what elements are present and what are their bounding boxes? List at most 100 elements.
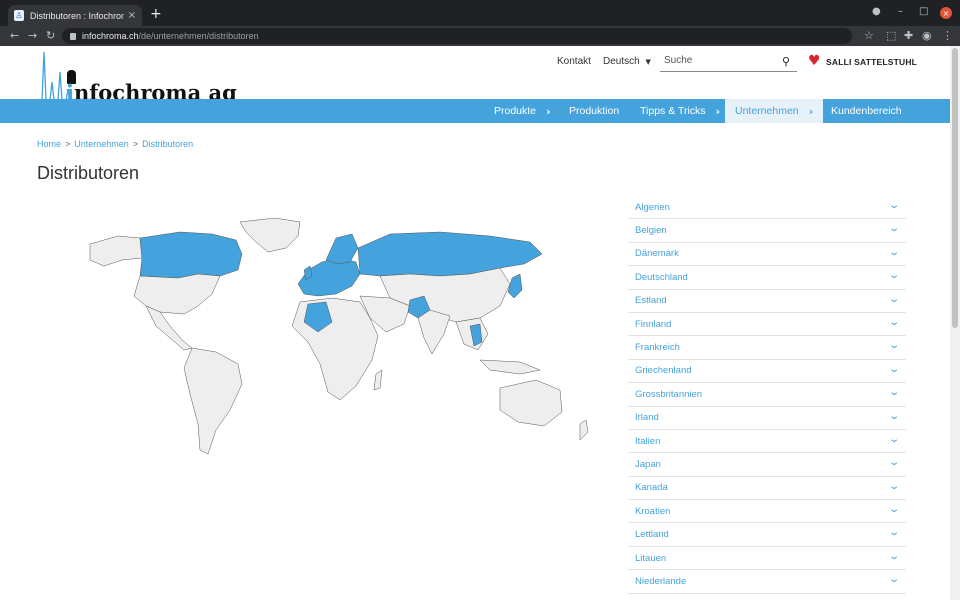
chevron-right-icon[interactable]: ›	[716, 105, 721, 118]
forward-icon[interactable]: →	[28, 29, 37, 42]
language-select[interactable]: Deutsch ▼	[603, 56, 651, 67]
map-madagascar	[373, 369, 383, 391]
nav-produktion-label: Produktion	[569, 105, 620, 117]
map-south-america	[183, 347, 243, 455]
accordion-item[interactable]: Algerien ⌄	[628, 196, 906, 220]
account-icon[interactable]: ◉	[922, 29, 932, 42]
maximize-button[interactable]: □	[919, 6, 928, 17]
chevron-down-icon[interactable]: ⌄	[888, 481, 900, 492]
browser-tab-strip: ♙ Distributoren : Infochroma × + ● – □ ×	[0, 0, 960, 26]
chevron-down-icon[interactable]: ⌄	[888, 317, 900, 328]
map-russia	[357, 231, 543, 277]
country-label: Japan	[635, 458, 661, 470]
salli-label: SALLI SATTELSTUHL	[826, 56, 918, 67]
chevron-down-icon[interactable]: ⌄	[888, 223, 900, 234]
accordion-item[interactable]: Kanada ⌄	[628, 477, 906, 501]
accordion-item[interactable]: Estland ⌄	[628, 290, 906, 313]
chevron-down-icon[interactable]: ⌄	[888, 364, 900, 375]
nav-produktion[interactable]: Produktion	[569, 99, 619, 123]
nav-unternehmen[interactable]: Unternehmen ›	[725, 99, 824, 123]
map-canada	[139, 231, 243, 279]
contact-link[interactable]: Kontakt	[557, 56, 591, 67]
distributor-world-map	[89, 217, 589, 455]
chevron-down-icon[interactable]: ⌄	[888, 270, 900, 281]
accordion-item[interactable]: Finnland ⌄	[628, 313, 906, 337]
accordion-item[interactable]: Deutschland ⌄	[628, 266, 906, 290]
accordion-item[interactable]: Grossbritannien ⌄	[628, 383, 906, 407]
accordion-item[interactable]: Italien ⌄	[628, 430, 906, 454]
chevron-down-icon[interactable]: ⌄	[888, 527, 900, 538]
map-japan	[507, 273, 523, 299]
chevron-down-icon[interactable]: ⌄	[888, 200, 900, 211]
accordion-item[interactable]: Belgien ⌄	[628, 219, 906, 243]
chevron-down-icon[interactable]: ⌄	[888, 457, 900, 468]
minimize-button[interactable]: –	[898, 6, 903, 17]
accordion-item[interactable]: Japan ⌄	[628, 453, 906, 477]
country-label: Algerien	[635, 201, 670, 213]
map-greenland	[239, 217, 301, 253]
map-new-zealand	[579, 419, 589, 441]
caret-down-icon: ▼	[645, 58, 651, 66]
language-label: Deutsch	[603, 56, 640, 67]
search-input[interactable]	[664, 55, 774, 66]
menu-icon[interactable]: ⋮	[942, 29, 953, 42]
accordion-item[interactable]: Litauen ⌄	[628, 547, 906, 571]
chevron-down-icon[interactable]: ⌄	[888, 574, 900, 585]
salli-link[interactable]: ♥ SALLI SATTELSTUHL	[808, 54, 918, 68]
chevron-down-icon[interactable]: ⌄	[888, 411, 900, 422]
country-label: Grossbritannien	[635, 388, 703, 400]
nav-produkte-label: Produkte	[494, 105, 537, 117]
accordion-item[interactable]: Niederlande ⌄	[628, 570, 906, 594]
scroll-thumb[interactable]	[952, 48, 958, 328]
chevron-down-icon[interactable]: ⌄	[888, 551, 900, 562]
map-indonesia	[479, 359, 541, 375]
country-label: Irland	[635, 412, 659, 424]
reload-icon[interactable]: ↻	[46, 29, 55, 42]
search-box: ⚲	[660, 53, 797, 72]
page-scrollbar[interactable]	[950, 46, 960, 600]
accordion-item[interactable]: Kroatien ⌄	[628, 500, 906, 524]
infochroma-logo[interactable]: infochroma ag	[38, 52, 237, 105]
browser-tab[interactable]: ♙ Distributoren : Infochroma ×	[8, 5, 142, 26]
url-path: /de/unternehmen/distributoren	[138, 31, 259, 41]
accordion-item[interactable]: Dänemark ⌄	[628, 243, 906, 267]
chevron-right-icon[interactable]: ›	[809, 105, 814, 118]
breadcrumb-unternehmen[interactable]: Unternehmen	[74, 139, 129, 149]
profile-icon[interactable]: ●	[872, 6, 881, 17]
accordion-item[interactable]: Irland ⌄	[628, 407, 906, 430]
chevron-down-icon[interactable]: ⌄	[888, 247, 900, 258]
breadcrumb-home[interactable]: Home	[37, 139, 61, 149]
back-icon[interactable]: ←	[10, 29, 19, 42]
page-title: Distributoren	[37, 163, 140, 183]
accordion-item[interactable]: Lettland ⌄	[628, 523, 906, 547]
country-label: Kanada	[635, 482, 668, 494]
tab-close-icon[interactable]: ×	[128, 10, 136, 21]
country-label: Griechenland	[635, 365, 692, 377]
nav-tipps-tricks[interactable]: Tipps & Tricks ›	[640, 99, 720, 123]
close-window-button[interactable]: ×	[940, 7, 952, 19]
nav-kundenbereich[interactable]: Kundenbereich	[831, 99, 902, 123]
country-label: Frankreich	[635, 342, 680, 354]
accordion-item[interactable]: Frankreich ⌄	[628, 336, 906, 360]
breadcrumb-current[interactable]: Distributoren	[142, 139, 193, 149]
address-bar[interactable]: infochroma.ch /de/unternehmen/distributo…	[62, 28, 852, 44]
accordion-item[interactable]: Griechenland ⌄	[628, 360, 906, 384]
chevron-right-icon[interactable]: ›	[546, 105, 551, 118]
chevron-down-icon[interactable]: ⌄	[888, 294, 900, 305]
tab-title: Distributoren : Infochroma	[30, 10, 124, 21]
chevron-down-icon[interactable]: ⌄	[888, 504, 900, 515]
map-alaska	[89, 235, 143, 267]
screenshot-icon[interactable]: ⬚	[886, 29, 896, 42]
chevron-down-icon[interactable]: ⌄	[888, 434, 900, 445]
main-nav: Produkte › Produktion Tipps & Tricks › U…	[0, 99, 950, 123]
new-tab-button[interactable]: +	[150, 6, 162, 22]
nav-produkte[interactable]: Produkte ›	[494, 99, 551, 123]
chevron-down-icon[interactable]: ⌄	[888, 387, 900, 398]
breadcrumb-separator: >	[65, 139, 71, 149]
search-icon[interactable]: ⚲	[782, 55, 790, 68]
nav-kundenbereich-label: Kundenbereich	[831, 105, 902, 117]
country-label: Litauen	[635, 552, 667, 564]
extensions-icon[interactable]: ✚	[904, 29, 913, 42]
bookmark-star-icon[interactable]: ☆	[864, 29, 874, 42]
chevron-down-icon[interactable]: ⌄	[888, 340, 900, 351]
